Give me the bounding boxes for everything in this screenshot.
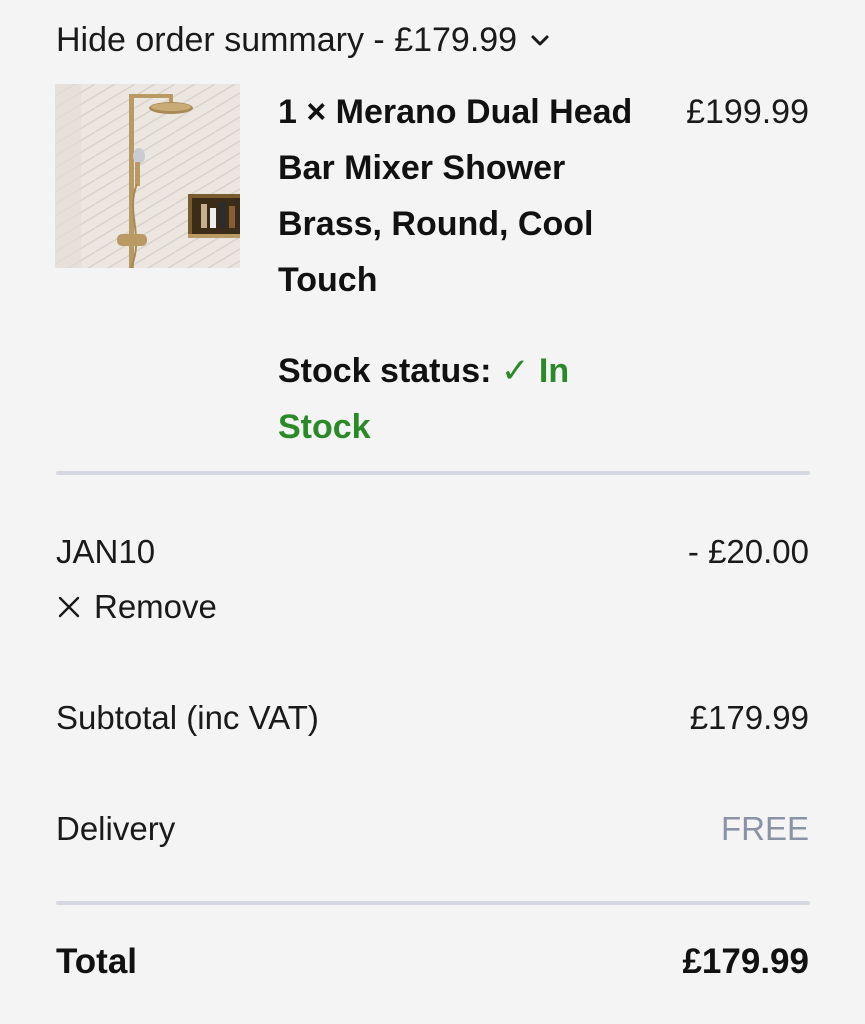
divider — [56, 471, 810, 475]
product-image — [55, 84, 240, 268]
total-value: £179.99 — [682, 942, 809, 981]
delivery-value: FREE — [720, 810, 809, 847]
order-summary-toggle-label: Hide order summary - £179.99 — [56, 21, 518, 59]
remove-discount-label: Remove — [94, 588, 217, 625]
product-price: £199.99 — [686, 93, 809, 131]
stock-status: Stock status: ✓ In Stock — [278, 343, 638, 455]
hide-order-summary-toggle[interactable]: Hide order summary - £179.99 — [56, 18, 551, 62]
order-summary: Hide order summary - £179.99 1 × Merano … — [0, 0, 865, 1024]
divider — [56, 901, 810, 905]
subtotal-label: Subtotal (inc VAT) — [56, 699, 319, 736]
discount-amount: - £20.00 — [687, 533, 809, 570]
stock-status-label: Stock status: — [278, 352, 492, 390]
close-icon — [58, 596, 80, 618]
delivery-label: Delivery — [56, 810, 176, 847]
discount-code: JAN10 — [56, 533, 156, 570]
product-title: 1 × Merano Dual Head Bar Mixer Shower Br… — [278, 93, 633, 299]
total-label: Total — [56, 942, 138, 981]
remove-discount-button[interactable]: Remove — [56, 585, 217, 629]
chevron-down-icon — [531, 35, 549, 46]
product-thumbnail — [55, 84, 240, 268]
subtotal-value: £179.99 — [689, 699, 809, 736]
